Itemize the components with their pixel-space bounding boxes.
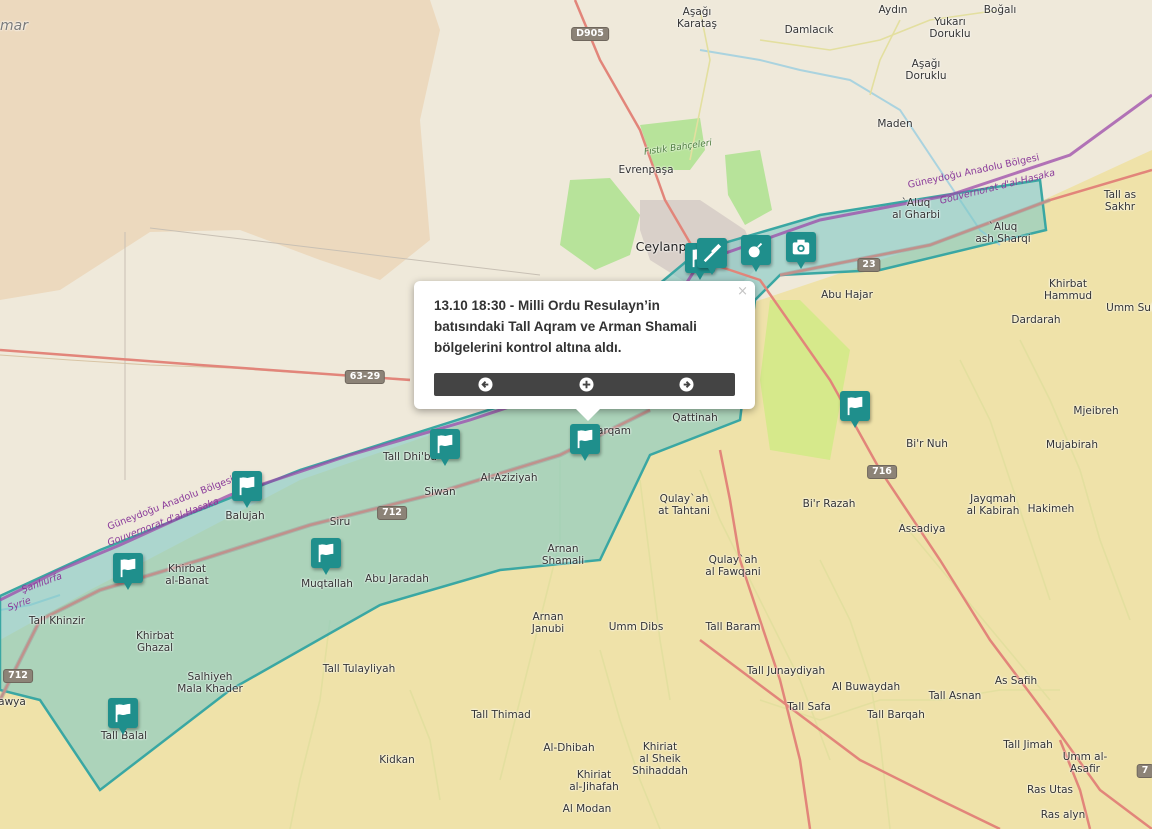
arrow-left-icon[interactable]: [478, 377, 493, 392]
place-label: Hakimeh: [1027, 503, 1075, 515]
event-marker[interactable]: [232, 471, 262, 508]
road-shield: 7: [1136, 764, 1152, 778]
place-label: Mjeibreh: [1073, 405, 1119, 417]
popup-close-button[interactable]: ×: [737, 285, 748, 299]
flag-icon: [847, 396, 863, 416]
place-label: `Aluq ash Sharqi: [975, 221, 1031, 245]
event-marker[interactable]: [430, 429, 460, 466]
event-marker[interactable]: [570, 424, 600, 461]
place-label: mar: [0, 18, 28, 34]
place-label: Evrenpaşa: [618, 164, 674, 176]
popup-text: 13.10 18:30 - Milli Ordu Resulayn’in bat…: [434, 298, 697, 355]
place-label: Bi'r Razah: [802, 498, 856, 510]
place-label: Yukarı Doruklu: [929, 16, 971, 40]
place-label: Bi'r Nuh: [906, 438, 948, 450]
place-label: Arnan Janubi: [531, 611, 565, 635]
event-marker[interactable]: [311, 538, 341, 575]
flag-icon: [115, 703, 131, 723]
road-shield: 23: [857, 258, 881, 272]
place-label: Arnan Shamali: [541, 543, 585, 567]
place-label: `Aluq al Gharbi: [892, 197, 940, 221]
road-shield: 712: [377, 506, 407, 520]
place-label: Abu Jaradah: [365, 573, 429, 585]
place-label: Qulay`ah al Fawqani: [705, 554, 761, 578]
place-label: Boğalı: [983, 4, 1017, 16]
arrow-right-icon[interactable]: [679, 377, 694, 392]
place-label: Al-Dhibah: [543, 742, 595, 754]
place-label: Tall Khinzir: [28, 615, 86, 627]
place-label: Tall Safa: [787, 701, 831, 713]
place-label: Dardarah: [1011, 314, 1061, 326]
place-label: Al Buwaydah: [831, 681, 901, 693]
place-label: Siru: [329, 516, 351, 528]
place-label: Tall Thimad: [471, 709, 531, 721]
place-label: Tall Junaydiyah: [746, 665, 826, 677]
flag-icon: [120, 558, 136, 578]
event-marker[interactable]: [697, 238, 727, 275]
bomb-icon: [748, 242, 763, 258]
place-label: Qulay`ah at Tahtani: [658, 493, 710, 517]
road-shield: D905: [571, 27, 609, 41]
place-label: Mujabirah: [1045, 439, 1099, 451]
event-marker[interactable]: [113, 553, 143, 590]
camera-icon: [792, 239, 810, 255]
rifle-icon: [703, 243, 722, 263]
place-label: Tall Tulayliyah: [322, 663, 396, 675]
event-marker[interactable]: [741, 235, 771, 272]
event-marker[interactable]: [840, 391, 870, 428]
place-label: Jayqmah al Kabirah: [966, 493, 1020, 517]
road-shield: 63-29: [344, 370, 386, 384]
place-label: Aşağı Karataş: [677, 6, 717, 30]
place-label: Qattinah: [672, 412, 718, 424]
place-label: Khiriat al-Jihafah: [569, 769, 619, 793]
event-marker[interactable]: [108, 698, 138, 735]
place-label: Aydın: [878, 4, 908, 16]
place-label: Assadiya: [898, 523, 946, 535]
place-label: Khirbat al-Banat: [165, 563, 209, 587]
place-label: As Safih: [994, 675, 1038, 687]
event-popup: × 13.10 18:30 - Milli Ordu Resulayn’in b…: [414, 281, 755, 421]
place-label: Al-Aziziyah: [480, 472, 538, 484]
place-label: Tall Dhi'ba: [383, 451, 437, 463]
place-label: Tall Jimah: [1003, 739, 1053, 751]
place-label: Tall Baram: [705, 621, 761, 633]
place-label: arqam: [597, 425, 631, 437]
place-label: Ras alyn: [1040, 809, 1086, 821]
place-label: Muqtallah: [301, 578, 353, 590]
place-label: Abu Hajar: [821, 289, 873, 301]
place-label: Umm Sul: [1106, 302, 1152, 314]
place-label: Umm al- Asafir: [1062, 751, 1108, 775]
popup-nav-bar: [434, 373, 735, 396]
flag-icon: [437, 434, 453, 454]
place-label: Khirbat Ghazal: [136, 630, 174, 654]
place-label: Khirbat Hammud: [1043, 278, 1093, 302]
place-label: Tall Asnan: [928, 690, 982, 702]
road-shield: 716: [867, 465, 897, 479]
flag-icon: [318, 543, 334, 563]
place-label: Ras Utas: [1026, 784, 1074, 796]
place-label: Khiriat al Sheik Shihaddah: [632, 741, 688, 777]
event-marker[interactable]: [786, 232, 816, 269]
flag-icon: [577, 429, 593, 449]
place-label: Damlacık: [784, 24, 834, 36]
place-label: Maden: [877, 118, 913, 130]
place-label: Aşağı Doruklu: [905, 58, 947, 82]
place-label: awya: [0, 696, 26, 708]
plus-icon[interactable]: [579, 377, 594, 392]
place-label: Ceylanp: [635, 239, 687, 254]
flag-icon: [239, 476, 255, 496]
place-label: Siwan: [424, 486, 456, 498]
place-label: Umm Dibs: [608, 621, 664, 633]
road-shield: 712: [3, 669, 33, 683]
place-label: Kidkan: [379, 754, 415, 766]
place-label: Balujah: [225, 510, 265, 522]
place-label: Salhiyeh Mala Khader: [177, 671, 243, 695]
place-label: Tall as Sakhr: [1103, 189, 1137, 213]
place-label: Tall Barqah: [867, 709, 925, 721]
place-label: Al Modan: [562, 803, 612, 815]
